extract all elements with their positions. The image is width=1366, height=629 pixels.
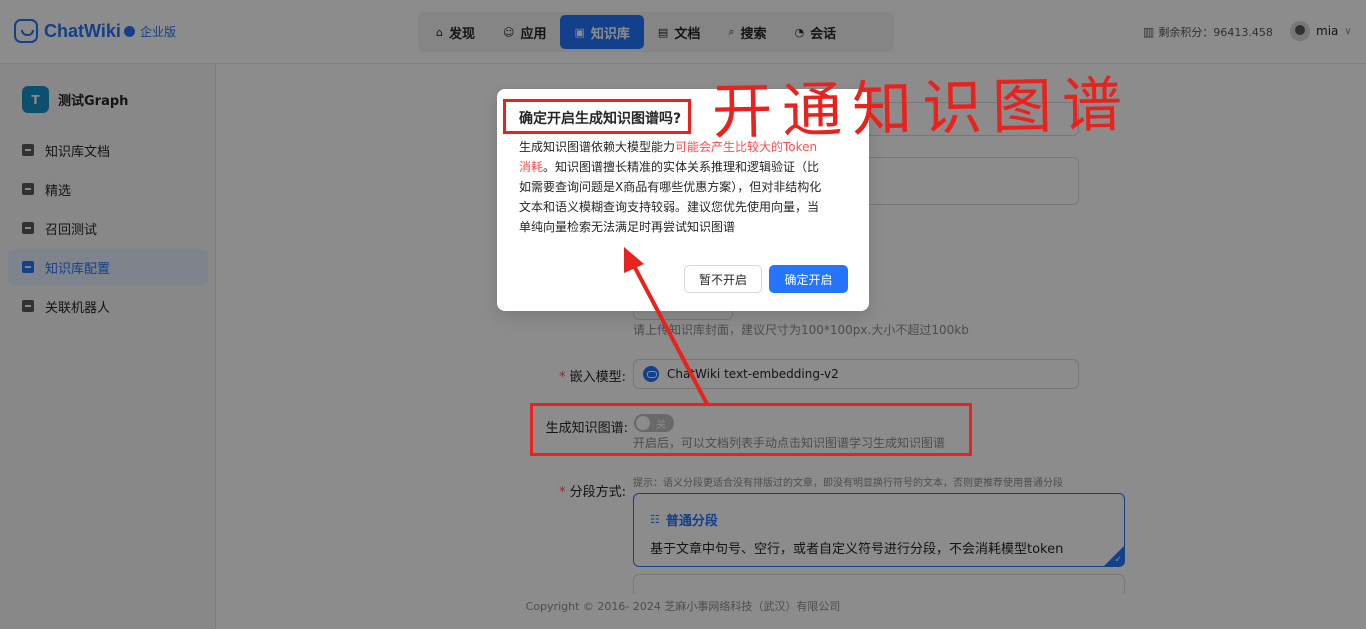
annotation-box-toggle	[530, 403, 972, 456]
annotation-box-title	[503, 99, 691, 134]
annotation-handwritten-text: 开通知识图谱	[711, 70, 1133, 148]
cancel-button[interactable]: 暂不开启	[684, 265, 762, 293]
dialog-body-pre: 生成知识图谱依赖大模型能力	[519, 140, 676, 154]
dialog-body-post: 。知识图谱擅长精准的实体关系推理和逻辑验证（比如需要查询问题是X商品有哪些优惠方…	[519, 160, 822, 234]
dialog-body: 生成知识图谱依赖大模型能力可能会产生比较大的Token消耗。知识图谱擅长精准的实…	[519, 137, 823, 237]
confirm-button[interactable]: 确定开启	[769, 265, 848, 293]
